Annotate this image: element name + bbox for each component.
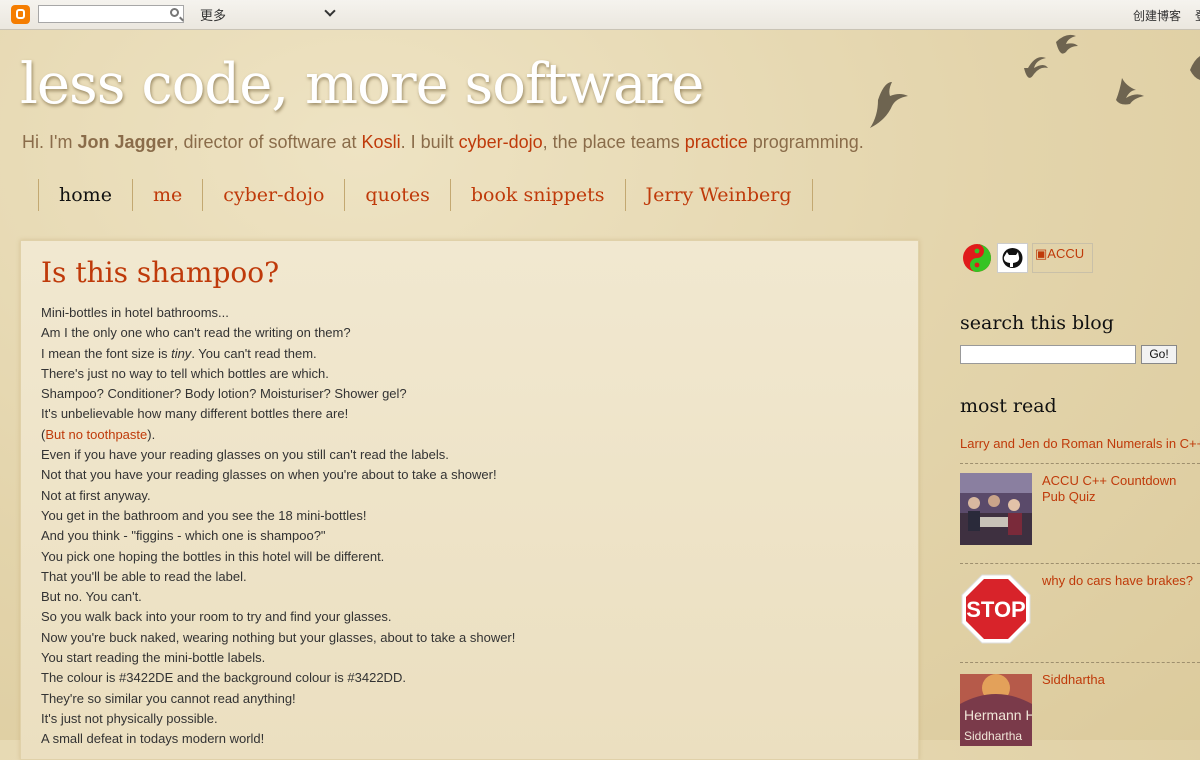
- tab-quotes[interactable]: quotes: [344, 179, 449, 211]
- go-button[interactable]: Go!: [1141, 345, 1177, 364]
- search-icon[interactable]: [170, 8, 179, 17]
- post-line: Am I the only one who can't read the wri…: [41, 325, 351, 341]
- blog-search-input[interactable]: [960, 345, 1136, 364]
- most-read-item-title[interactable]: why do cars have brakes?: [1042, 573, 1200, 589]
- post-body: Mini-bottles in hotel bathrooms... Am I …: [41, 303, 901, 750]
- toothpaste-link[interactable]: But no toothpaste: [45, 427, 147, 442]
- kosli-link[interactable]: Kosli: [362, 132, 401, 152]
- blogger-logo-icon[interactable]: [11, 5, 30, 24]
- author-name: Jon Jagger: [77, 132, 174, 152]
- post-line: So you walk back into your room to try a…: [41, 609, 392, 625]
- bird-3: [870, 82, 908, 128]
- post-title[interactable]: Is this shampoo?: [41, 256, 279, 289]
- most-read-heading: most read: [960, 395, 1057, 417]
- stop-sign-thumbnail[interactable]: STOP: [960, 573, 1032, 645]
- most-read-item-title[interactable]: Siddhartha: [1042, 672, 1200, 688]
- post-line: You get in the bathroom and you see the …: [41, 507, 367, 523]
- post-line: You pick one hoping the bottles in this …: [41, 548, 385, 564]
- post-line: There's just no way to tell which bottle…: [41, 365, 329, 381]
- cyber-dojo-yin-yang-icon[interactable]: [961, 243, 993, 273]
- siddhartha-book-thumbnail[interactable]: Hermann Hesse Siddhartha: [960, 674, 1032, 746]
- bird-4: [1116, 78, 1144, 105]
- divider: [960, 662, 1200, 663]
- page-tabs: home me cyber-dojo quotes book snippets …: [38, 179, 813, 211]
- tab-cyber-dojo[interactable]: cyber-dojo: [202, 179, 344, 211]
- blog-title[interactable]: less code, more software: [20, 52, 704, 117]
- tab-jerry-weinberg[interactable]: Jerry Weinberg: [624, 179, 813, 211]
- pub-quiz-thumbnail[interactable]: [960, 473, 1032, 545]
- book-title-text: Siddhartha: [964, 729, 1022, 743]
- post-line: It's unbelievable how many different bot…: [41, 406, 349, 422]
- post-line: Mini-bottles in hotel bathrooms...: [41, 305, 229, 320]
- bird-5: [1190, 56, 1200, 80]
- post-line: Even if you have your reading glasses on…: [41, 447, 449, 463]
- tab-home[interactable]: home: [38, 179, 132, 211]
- divider: [960, 563, 1200, 564]
- divider: [960, 463, 1200, 464]
- birds-decoration: [870, 34, 1200, 128]
- practice-link[interactable]: practice: [685, 132, 748, 152]
- chevron-down-icon[interactable]: [324, 5, 336, 17]
- post-line: The colour is #3422DE and the background…: [41, 670, 406, 686]
- post-line: And you think - "figgins - which one is …: [41, 528, 326, 544]
- github-icon[interactable]: [997, 243, 1028, 273]
- blog-description: Hi. I'm Jon Jagger, director of software…: [22, 132, 864, 152]
- post-line: That you'll be able to read the label.: [41, 568, 247, 584]
- post-line: Not at first anyway.: [41, 487, 151, 503]
- most-read-item-title[interactable]: ACCU C++ Countdown Pub Quiz: [1042, 473, 1200, 505]
- navbar-more-menu[interactable]: 更多: [200, 5, 226, 24]
- stop-sign-text: STOP: [966, 597, 1026, 622]
- cyber-dojo-link[interactable]: cyber-dojo: [459, 132, 543, 152]
- post-line: You start reading the mini-bottle labels…: [41, 650, 266, 666]
- accu-image-link[interactable]: ▣ACCU: [1032, 243, 1093, 273]
- post-line: It's just not physically possible.: [41, 710, 218, 726]
- book-author-text: Hermann Hesse: [964, 707, 1032, 723]
- blogger-navbar: 更多 创建博客 登: [0, 0, 1200, 30]
- post-line: Now you're buck naked, wearing nothing b…: [41, 629, 516, 645]
- tab-me[interactable]: me: [131, 179, 202, 211]
- create-blog-link[interactable]: 创建博客: [1133, 7, 1181, 24]
- post-line: But no. You can't.: [41, 589, 142, 605]
- post-line: (But no toothpaste).: [41, 426, 156, 442]
- sign-in-link[interactable]: 登: [1195, 7, 1200, 24]
- tab-book-snippets[interactable]: book snippets: [449, 179, 625, 211]
- emphasis-text: tiny: [171, 345, 192, 361]
- post-line: Shampoo? Conditioner? Body lotion? Moist…: [41, 386, 407, 402]
- post-line: A small defeat in todays modern world!: [41, 731, 265, 747]
- post-line: Not that you have your reading glasses o…: [41, 467, 497, 483]
- post-line: I mean the font size is tiny. You can't …: [41, 345, 317, 361]
- broken-image-icon: ▣: [1035, 246, 1048, 261]
- bird-1: [1024, 57, 1048, 78]
- post-line: They're so similar you cannot read anyth…: [41, 690, 296, 706]
- bird-2: [1056, 34, 1078, 54]
- most-read-item-link[interactable]: Larry and Jen do Roman Numerals in C++: [960, 436, 1200, 451]
- search-heading: search this blog: [960, 312, 1114, 334]
- navbar-search-input[interactable]: [38, 5, 184, 23]
